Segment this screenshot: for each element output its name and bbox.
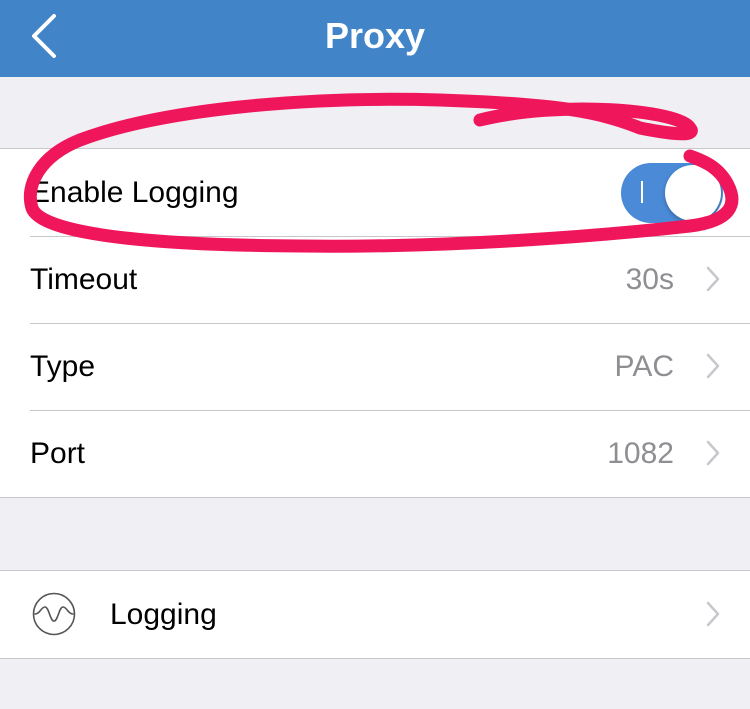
chevron-right-icon [706, 601, 720, 627]
port-label: Port [30, 437, 86, 470]
toggle-knob [665, 165, 721, 221]
type-label: Type [30, 350, 96, 383]
page-title: Proxy [324, 15, 426, 56]
chevron-right-icon [706, 266, 720, 292]
toggle-on-mark [641, 181, 643, 203]
chevron-right-icon [706, 353, 720, 379]
enable-logging-label: Enable Logging [30, 176, 239, 209]
logging-label: Logging [110, 598, 217, 631]
enable-logging-toggle[interactable] [621, 163, 723, 223]
type-row[interactable]: Type PAC [0, 323, 750, 410]
port-row[interactable]: Port 1082 [0, 410, 750, 497]
timeout-row[interactable]: Timeout 30s [0, 236, 750, 323]
logging-row[interactable]: Logging [0, 571, 750, 658]
chevron-right-icon [706, 440, 720, 466]
enable-logging-row: Enable Logging [0, 149, 750, 236]
type-value: PAC [614, 350, 674, 383]
logging-group: Logging [0, 570, 750, 659]
navigation-bar: Proxy [0, 0, 750, 77]
port-value: 1082 [607, 437, 674, 470]
waveform-icon [32, 592, 76, 636]
proxy-settings-group: Enable Logging Timeout 30s Type PAC Port… [0, 148, 750, 498]
timeout-value: 30s [625, 263, 674, 296]
timeout-label: Timeout [30, 263, 138, 296]
